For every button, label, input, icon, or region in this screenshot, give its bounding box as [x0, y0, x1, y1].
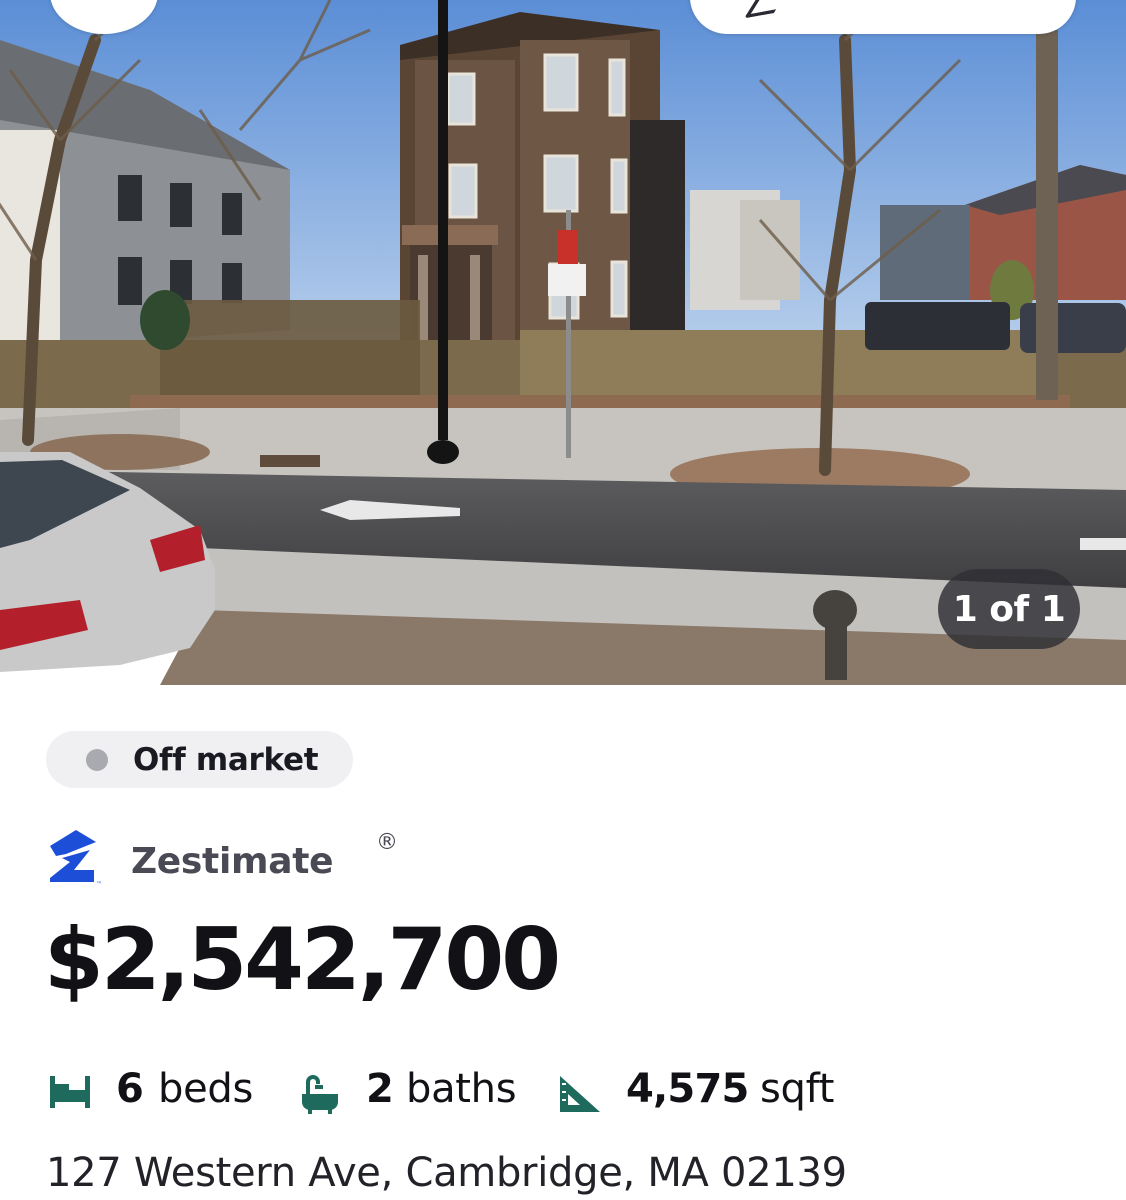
- status-label: Off market: [133, 741, 319, 778]
- bed-icon: [50, 1076, 90, 1108]
- status-dot-icon: [86, 748, 108, 771]
- property-address: 127 Western Ave, Cambridge, MA 02139: [46, 1150, 847, 1196]
- home-facts: 6 beds 2 baths 4,575 sqft: [46, 1062, 1106, 1126]
- area-value: 4,575: [626, 1066, 749, 1112]
- area-unit: sqft: [760, 1066, 835, 1112]
- listing-photo[interactable]: 1 of 1: [0, 0, 1126, 685]
- beds-value: 6: [116, 1066, 144, 1112]
- zestimate-label: Zestimate: [131, 841, 334, 882]
- bathtub-icon: [302, 1075, 338, 1114]
- beds-unit: beds: [158, 1066, 254, 1112]
- listing-page: 1 of 1 Off market ™ Zestimate ® $2,542,7…: [0, 0, 1126, 1200]
- baths-value: 2: [366, 1066, 394, 1112]
- registered-mark: ®: [376, 830, 398, 855]
- zestimate-price: $2,542,700: [44, 910, 561, 1010]
- svg-text:™: ™: [96, 881, 102, 888]
- heart-icon[interactable]: [743, 0, 787, 19]
- photo-counter: 1 of 1: [938, 569, 1080, 649]
- baths-unit: baths: [406, 1066, 517, 1112]
- zillow-logo-icon: ™: [50, 830, 102, 888]
- photo-actions-pill[interactable]: [690, 0, 1076, 34]
- ruler-triangle-icon: [560, 1076, 600, 1112]
- status-badge: Off market: [46, 731, 353, 788]
- zestimate-header: ™ Zestimate ®: [46, 826, 546, 896]
